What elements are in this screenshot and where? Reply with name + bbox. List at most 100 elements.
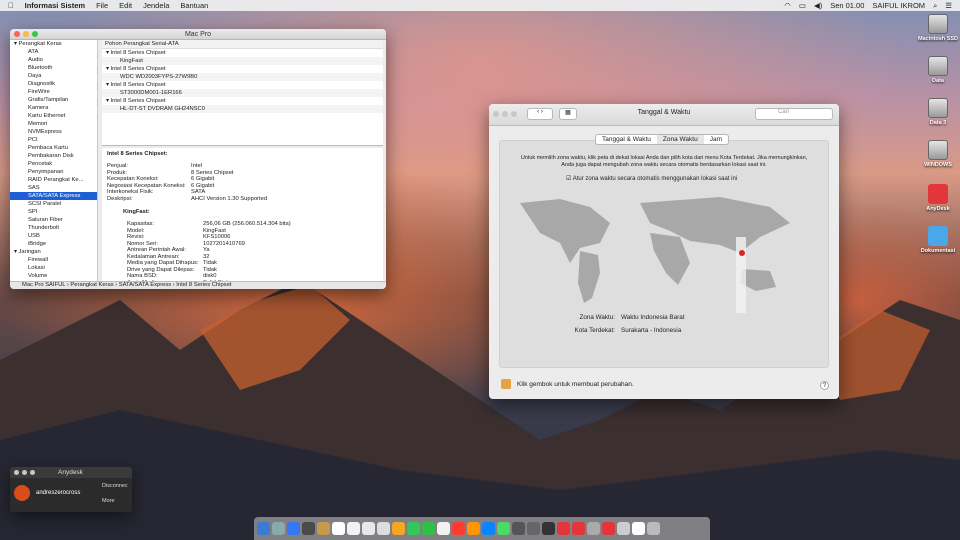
sidebar-item[interactable]: iBridge (10, 240, 97, 248)
sidebar-item[interactable]: FireWire (10, 88, 97, 96)
airplay-icon[interactable]: ▭ (799, 1, 806, 10)
dock-app-icon[interactable] (467, 522, 480, 535)
sidebar-item[interactable]: Grafis/Tampilan (10, 96, 97, 104)
dock-app-icon[interactable] (617, 522, 630, 535)
zoom-button[interactable] (32, 31, 38, 37)
sidebar-item[interactable]: Pembakaran Disk (10, 152, 97, 160)
sidebar-item[interactable]: Pencetak (10, 160, 97, 168)
world-map[interactable] (520, 193, 810, 313)
dock-app-icon[interactable] (587, 522, 600, 535)
desktop-icon-macintosh-ssd[interactable]: Macintosh SSD (908, 14, 960, 42)
city-value[interactable]: Surakarta - Indonesia (621, 327, 681, 340)
sidebar-item[interactable]: Kartu Ethernet (10, 112, 97, 120)
tab-timezone[interactable]: Zona Waktu (656, 135, 704, 144)
desktop-icon-data[interactable]: Data (908, 56, 960, 84)
menu-file[interactable]: File (96, 1, 108, 10)
sidebar-item[interactable]: Audio (10, 56, 97, 64)
sidebar-group[interactable]: ▾ Perangkat Keras (10, 40, 97, 48)
tree-controller[interactable]: ▾ Intel 8 Series Chipset (102, 49, 383, 57)
sidebar-group[interactable]: ▾ Jaringan (10, 248, 97, 256)
dock-app-icon[interactable] (632, 522, 645, 535)
dock-app-icon[interactable] (377, 522, 390, 535)
sidebar-item[interactable]: SAS (10, 184, 97, 192)
help-button[interactable]: ? (820, 381, 829, 390)
desktop-icon-data-3[interactable]: Data 3 (908, 98, 960, 126)
menu-window[interactable]: Jendela (143, 1, 169, 10)
tree-device[interactable]: KingFast (102, 57, 383, 65)
search-input[interactable]: Cari (755, 108, 833, 120)
dock-app-icon[interactable] (407, 522, 420, 535)
window-titlebar[interactable]: Mac Pro (10, 29, 386, 40)
tree-header[interactable]: Pohon Perangkat Serial-ATA (102, 40, 383, 49)
desktop-icon-windows[interactable]: WINDOWS (908, 140, 960, 168)
sidebar-item[interactable]: Lokasi (10, 264, 97, 272)
dock-app-icon[interactable] (497, 522, 510, 535)
minimize-button[interactable] (22, 470, 27, 475)
dock-app-icon[interactable] (362, 522, 375, 535)
sidebar-item[interactable]: Firewall (10, 256, 97, 264)
dock-app-icon[interactable] (332, 522, 345, 535)
volume-icon[interactable]: ◀) (814, 1, 822, 10)
tree-controller[interactable]: ▾ Intel 8 Series Chipset (102, 81, 383, 89)
dock-app-icon[interactable] (392, 522, 405, 535)
sidebar-item[interactable]: ATA (10, 48, 97, 56)
dock-app-icon[interactable] (572, 522, 585, 535)
dock-app-icon[interactable] (422, 522, 435, 535)
dock-app-icon[interactable] (482, 522, 495, 535)
auto-timezone-checkbox[interactable]: ☑ Atur zona waktu secara otomatis menggu… (566, 175, 828, 182)
apple-menu-icon[interactable]:  (8, 1, 14, 10)
tree-device[interactable]: HL-DT-ST DVDRAM GH24NSC0 (102, 105, 383, 113)
dock-app-icon[interactable] (272, 522, 285, 535)
dock-app-icon[interactable] (347, 522, 360, 535)
sidebar-item[interactable]: Diagnostik (10, 80, 97, 88)
sidebar-item[interactable]: PCI (10, 136, 97, 144)
desktop-icon-dokumentasi[interactable]: Dokumentasi (908, 226, 960, 254)
dock-app-icon[interactable] (527, 522, 540, 535)
sidebar-item[interactable]: Daya (10, 72, 97, 80)
dock-app-icon[interactable] (257, 522, 270, 535)
sidebar-item[interactable]: SPI (10, 208, 97, 216)
sidebar-item[interactable]: Volume (10, 272, 97, 280)
close-button[interactable] (14, 31, 20, 37)
menu-help[interactable]: Bantuan (180, 1, 208, 10)
sidebar-item[interactable]: SATA/SATA Express (10, 192, 97, 200)
tab-clock[interactable]: Jam (704, 135, 728, 144)
close-button[interactable] (14, 470, 19, 475)
sidebar-item[interactable]: SCSI Paralel (10, 200, 97, 208)
minimize-button[interactable] (23, 31, 29, 37)
sidebar-item[interactable]: Pembaca Kartu (10, 144, 97, 152)
wifi-icon[interactable]: ◠ (784, 1, 791, 10)
dock-app-icon[interactable] (512, 522, 525, 535)
sidebar-item[interactable]: Saluran Fiber (10, 216, 97, 224)
clock[interactable]: Sen 01.00 (830, 1, 864, 10)
dock-app-icon[interactable] (542, 522, 555, 535)
desktop-icon-anydesk[interactable]: AnyDesk (908, 184, 960, 212)
dock-app-icon[interactable] (437, 522, 450, 535)
lock-icon[interactable] (501, 379, 511, 389)
timezone-value[interactable]: Waktu Indonesia Barat (621, 314, 684, 327)
tab-date-time[interactable]: Tanggal & Waktu (596, 135, 657, 144)
sidebar-item[interactable]: Penyimpanan (10, 168, 97, 176)
search-icon[interactable]: ⌕ (933, 1, 937, 11)
dock-app-icon[interactable] (647, 522, 660, 535)
dock-app-icon[interactable] (452, 522, 465, 535)
dock-app-icon[interactable] (602, 522, 615, 535)
sidebar-item[interactable]: Memori (10, 120, 97, 128)
dock-app-icon[interactable] (317, 522, 330, 535)
sidebar-item[interactable]: USB (10, 232, 97, 240)
sidebar-item[interactable]: Kamera (10, 104, 97, 112)
dock-app-icon[interactable] (302, 522, 315, 535)
notification-icon[interactable]: ☰ (945, 1, 952, 10)
sidebar-item[interactable]: Bluetooth (10, 64, 97, 72)
dock-app-icon[interactable] (287, 522, 300, 535)
tree-controller[interactable]: ▾ Intel 8 Series Chipset (102, 65, 383, 73)
zoom-button[interactable] (30, 470, 35, 475)
app-menu[interactable]: Informasi Sistem (25, 1, 85, 10)
menu-edit[interactable]: Edit (119, 1, 132, 10)
sidebar-item[interactable]: NVMExpress (10, 128, 97, 136)
more-button[interactable]: More (102, 498, 115, 504)
dock-app-icon[interactable] (557, 522, 570, 535)
tree-device[interactable]: ST3000DM001-1ER166 (102, 89, 383, 97)
sidebar-item[interactable]: RAID Perangkat Ke... (10, 176, 97, 184)
sidebar-item[interactable]: Thunderbolt (10, 224, 97, 232)
